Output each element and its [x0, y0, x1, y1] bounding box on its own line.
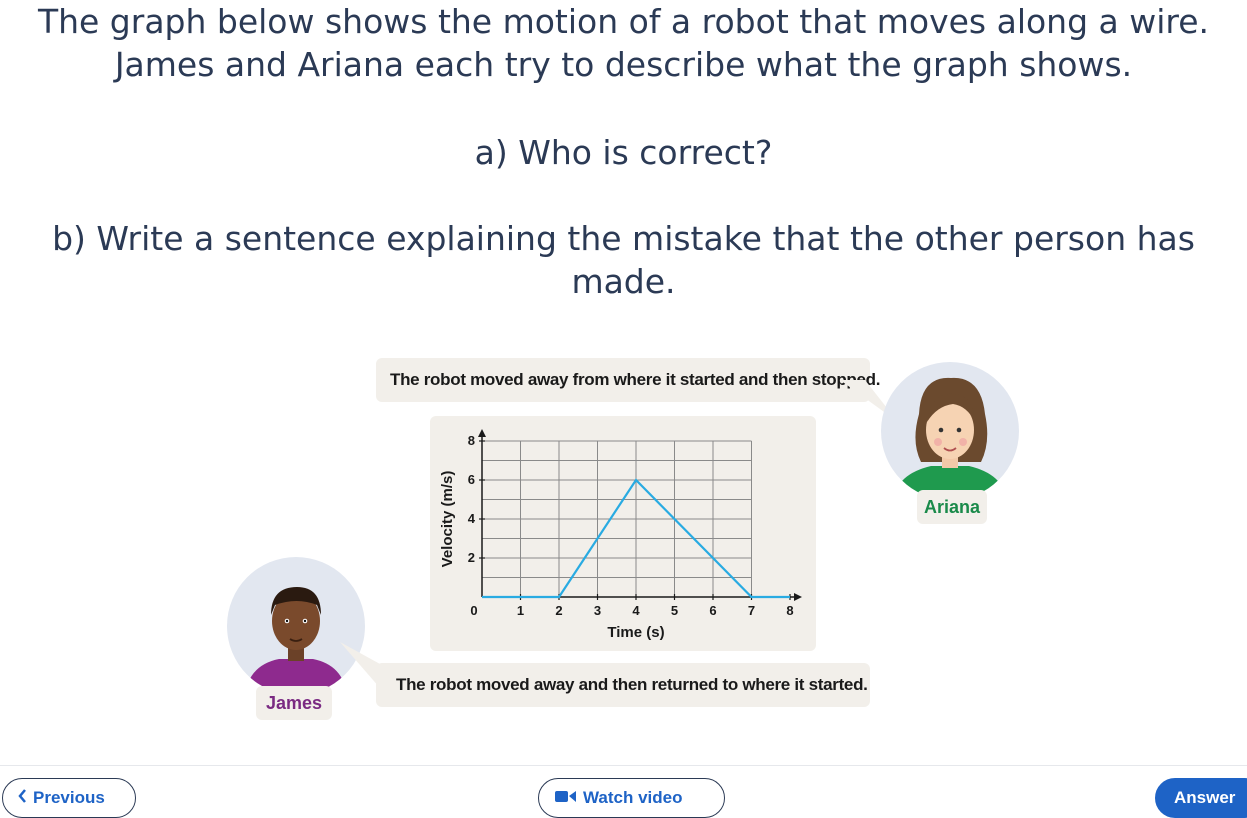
- previous-label: Previous: [33, 788, 105, 807]
- x-tick-label: 5: [671, 603, 678, 618]
- x-tick-label: 4: [632, 603, 640, 618]
- y-tick-label: 2: [468, 550, 475, 565]
- james-statement: The robot moved away and then returned t…: [396, 675, 868, 694]
- answer-button[interactable]: Answer: [1155, 778, 1247, 818]
- question-part-b-continued: made.: [571, 262, 676, 301]
- y-tick-label: 6: [468, 472, 475, 487]
- ariana-statement: The robot moved away from where it start…: [390, 370, 881, 389]
- question-part-a: a) Who is correct?: [474, 133, 773, 172]
- ariana-name-tag: Ariana: [917, 490, 987, 524]
- james-name-tag: James: [256, 686, 332, 720]
- x-axis-label: Time (s): [607, 624, 664, 641]
- footer-divider: [0, 765, 1247, 766]
- y-axis-arrow: [478, 429, 486, 437]
- x-tick-label: 8: [786, 603, 793, 618]
- question-line-2: James and Ariana each try to describe wh…: [114, 45, 1133, 84]
- y-axis-label: Velocity (m/s): [439, 471, 456, 568]
- x-axis-arrow: [794, 593, 802, 601]
- previous-button[interactable]: Previous: [2, 778, 136, 818]
- ariana-speech-bubble: The robot moved away from where it start…: [376, 358, 881, 402]
- question-part-b: b) Write a sentence explaining the mista…: [52, 219, 1195, 258]
- plot-area: [482, 441, 752, 597]
- x-tick-label: 0: [470, 603, 477, 618]
- x-tick-label: 1: [517, 603, 524, 618]
- answer-label: Answer: [1174, 788, 1236, 807]
- watch-video-label: Watch video: [583, 788, 683, 807]
- question-line-1: The graph below shows the motion of a ro…: [37, 2, 1210, 41]
- watch-video-button[interactable]: Watch video: [538, 778, 725, 818]
- x-tick-label: 7: [748, 603, 755, 618]
- y-tick-label: 4: [468, 511, 476, 526]
- video-camera-icon: [555, 788, 577, 808]
- chevron-left-icon: [17, 788, 27, 809]
- y-tick-label: 8: [468, 433, 475, 448]
- james-speech-bubble: The robot moved away and then returned t…: [376, 663, 870, 707]
- ariana-avatar: [881, 362, 1019, 500]
- x-tick-label: 3: [594, 603, 601, 618]
- velocity-time-graph-panel: 0 1 2 3 4 5 6 7 8 2 4 6 8 Time (s) Velocity (m/s): [430, 416, 816, 651]
- x-tick-label: 2: [555, 603, 562, 618]
- x-tick-label: 6: [709, 603, 716, 618]
- velocity-time-graph: 0 1 2 3 4 5 6 7 8 2 4 6 8 Time (s) Velocity (m/s): [439, 429, 802, 641]
